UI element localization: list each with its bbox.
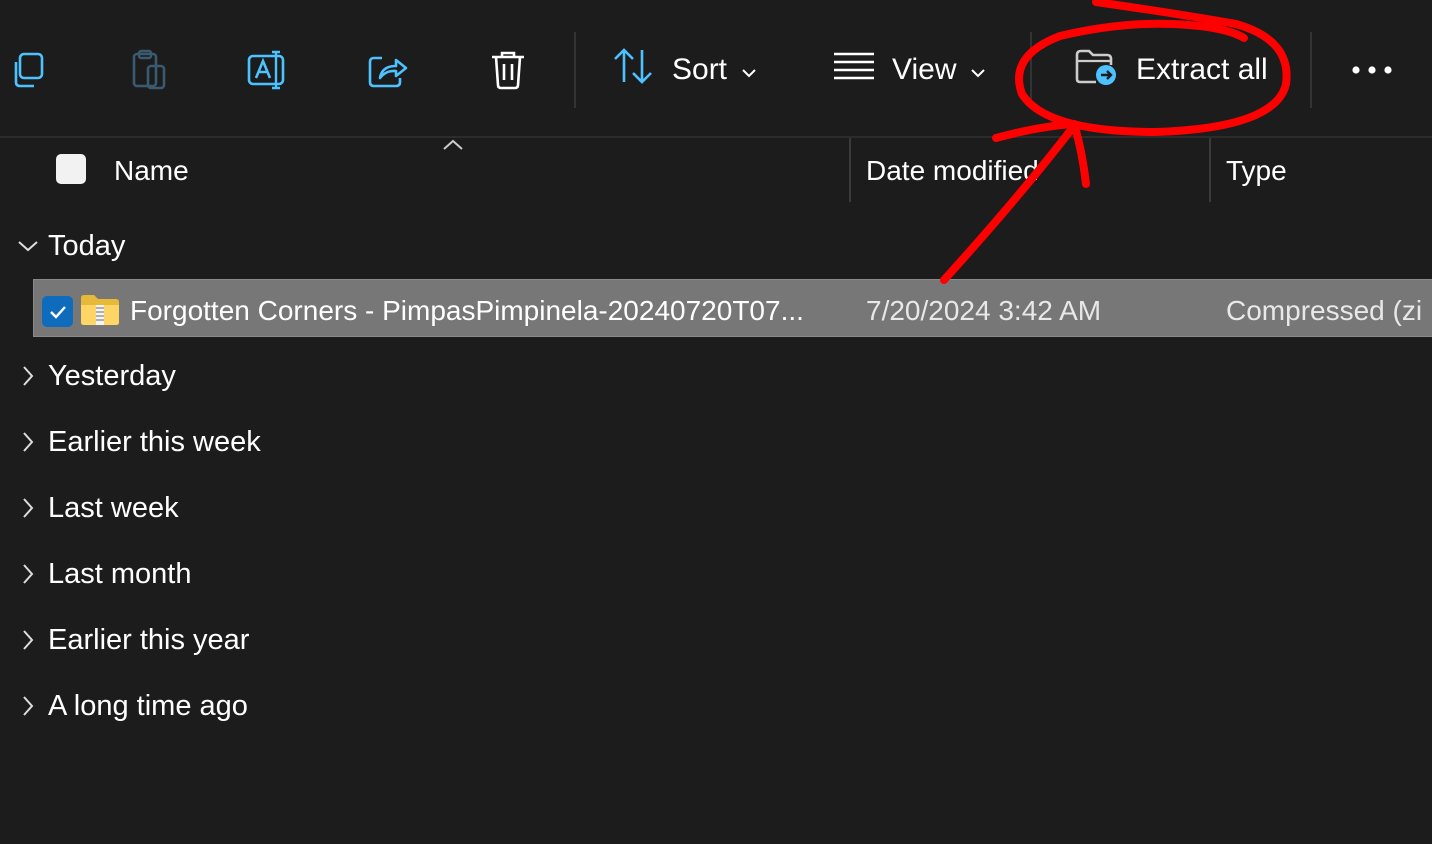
delete-icon[interactable] xyxy=(486,48,530,92)
group-label: A long time ago xyxy=(48,689,248,722)
paste-icon[interactable] xyxy=(126,48,170,92)
group-header-last-month[interactable]: Last month xyxy=(12,549,191,599)
extract-all-button[interactable]: Extract all xyxy=(1074,44,1268,96)
zip-folder-icon xyxy=(80,294,120,331)
toolbar-divider xyxy=(574,32,576,108)
column-header-type[interactable]: Type xyxy=(1226,138,1287,204)
group-header-today[interactable]: Today xyxy=(12,221,125,271)
group-header-earlier-this-year[interactable]: Earlier this year xyxy=(12,615,249,665)
chevron-down-icon xyxy=(970,53,986,87)
chevron-right-icon xyxy=(12,497,44,519)
file-type: Compressed (zi xyxy=(1226,295,1423,326)
toolbar-divider xyxy=(1310,32,1312,108)
chevron-right-icon xyxy=(12,695,44,717)
group-header-yesterday[interactable]: Yesterday xyxy=(12,351,176,401)
column-header-row: Name Date modified Type xyxy=(0,138,1432,204)
group-label: Yesterday xyxy=(48,359,176,392)
group-label: Earlier this year xyxy=(48,623,250,656)
sort-button[interactable]: Sort xyxy=(612,44,757,96)
group-label: Last month xyxy=(48,557,192,590)
share-icon[interactable] xyxy=(366,48,410,92)
sort-label: Sort xyxy=(672,53,728,86)
extract-all-label: Extract all xyxy=(1136,53,1268,86)
toolbar-divider xyxy=(1030,32,1032,108)
chevron-right-icon xyxy=(12,431,44,453)
chevron-right-icon xyxy=(12,365,44,387)
chevron-down-icon xyxy=(12,239,44,253)
chevron-down-icon xyxy=(741,53,757,87)
view-button[interactable]: View xyxy=(832,44,986,96)
group-header-a-long-time-ago[interactable]: A long time ago xyxy=(12,681,248,731)
chevron-right-icon xyxy=(12,563,44,585)
file-row-checkbox[interactable] xyxy=(42,296,73,327)
sort-icon xyxy=(612,46,656,94)
group-header-earlier-this-week[interactable]: Earlier this week xyxy=(12,417,261,467)
column-separator[interactable] xyxy=(849,138,851,202)
column-header-name[interactable]: Name xyxy=(114,138,189,204)
file-date-modified: 7/20/2024 3:42 AM xyxy=(866,295,1102,326)
extract-folder-icon xyxy=(1074,45,1120,95)
view-icon xyxy=(832,51,876,89)
command-bar: Sort View Extract all xyxy=(0,0,1432,138)
column-header-date-modified[interactable]: Date modified xyxy=(866,138,1039,204)
group-label: Today xyxy=(48,229,126,262)
more-icon[interactable] xyxy=(1350,48,1394,92)
group-header-last-week[interactable]: Last week xyxy=(12,483,179,533)
select-all-checkbox[interactable] xyxy=(56,154,86,184)
group-label: Earlier this week xyxy=(48,425,261,458)
view-label: View xyxy=(892,53,957,86)
sort-ascending-icon xyxy=(442,138,464,157)
copy-icon[interactable] xyxy=(6,48,50,92)
file-name[interactable]: Forgotten Corners - PimpasPimpinela-2024… xyxy=(130,291,804,331)
column-separator[interactable] xyxy=(1209,138,1211,202)
rename-icon[interactable] xyxy=(246,48,290,92)
group-label: Last week xyxy=(48,491,179,524)
chevron-right-icon xyxy=(12,629,44,651)
